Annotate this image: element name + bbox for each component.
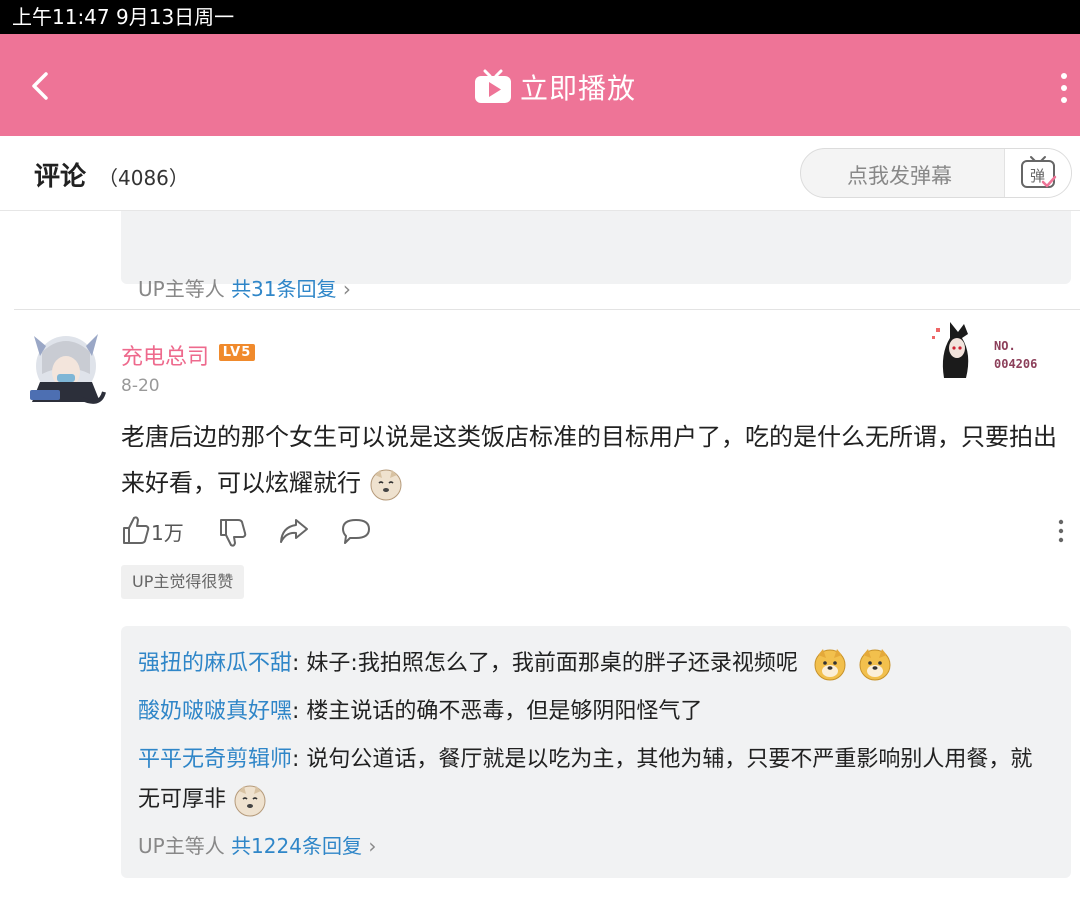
danmu-tv-icon: 弹 [1021, 156, 1057, 188]
reply-username[interactable]: 平平无奇剪辑师 [138, 747, 292, 772]
doge-emoji-icon [814, 649, 846, 681]
thumbs-down-icon[interactable] [218, 517, 248, 549]
comments-count: （4086） [98, 166, 189, 190]
comment-list[interactable]: UP主等人 共31条回复 › 充电总司 LV5 8-20 NO. 004206 … [0, 136, 1080, 899]
reply-summary[interactable]: UP主等人 共1224条回复 › [138, 830, 376, 859]
reply-icon[interactable] [340, 516, 372, 546]
avatar[interactable] [20, 322, 112, 414]
previous-reply-summary[interactable]: UP主等人 共31条回复 › [138, 273, 351, 302]
level-badge: LV5 [219, 344, 255, 361]
comments-header: 评论 （4086） 点我发弹幕 弹 [0, 136, 1080, 211]
status-bar: 上午11:47 9月13日周一 [0, 0, 1080, 34]
more-vertical-icon[interactable] [1052, 518, 1070, 544]
reply-text: : 楼主说话的确不恶毒，但是够阴阳怪气了 [292, 699, 703, 724]
reply-username[interactable]: 强扭的麻瓜不甜 [138, 651, 292, 676]
chevron-left-icon[interactable] [22, 66, 62, 106]
reply-username[interactable]: 酸奶啵啵真好嘿 [138, 699, 292, 724]
view-replies-link[interactable]: 共1224条回复 [231, 834, 362, 858]
more-vertical-icon[interactable] [1056, 70, 1072, 106]
danmu-placeholder: 点我发弹幕 [847, 164, 952, 188]
dog-emoji-icon [370, 469, 402, 501]
play-now-button[interactable]: 立即播放 [474, 67, 636, 107]
fan-badge-no: NO. [994, 339, 1016, 353]
reply-preview-box[interactable]: 强扭的麻瓜不甜: 妹子:我拍照怎么了，我前面那桌的胖子还录视频呢 酸奶啵啵真好嘿… [121, 626, 1071, 878]
thumbs-up-icon[interactable] [121, 514, 151, 546]
comments-title: 评论 [34, 162, 87, 192]
share-icon[interactable] [278, 516, 310, 546]
chevron-right-icon: › [342, 277, 351, 301]
reply-text: : 妹子:我拍照怎么了，我前面那桌的胖子还录视频呢 [292, 651, 798, 676]
divider [14, 309, 1080, 310]
tv-play-icon [475, 69, 511, 103]
up-liked-badge: UP主觉得很赞 [121, 565, 245, 599]
play-now-label: 立即播放 [520, 72, 637, 105]
comment-text: 老唐后边的那个女生可以说是这类饭店标准的目标用户了，吃的是什么无所谓，只要拍出来… [121, 414, 1071, 506]
comment-date: 8-20 [121, 376, 160, 396]
comment-username[interactable]: 充电总司 [121, 339, 209, 371]
reply-item[interactable]: 强扭的麻瓜不甜: 妹子:我拍照怎么了，我前面那桌的胖子还录视频呢 [138, 644, 1048, 684]
dog-emoji-icon [234, 785, 266, 817]
top-bar: 立即播放 [0, 34, 1080, 136]
danmu-input[interactable]: 点我发弹幕 弹 [800, 148, 1072, 198]
doge-emoji-icon [859, 649, 891, 681]
fan-badge-id: 004206 [994, 357, 1037, 371]
danmu-toggle-button[interactable]: 弹 [1004, 149, 1071, 197]
fan-badge: NO. 004206 [932, 322, 1037, 378]
status-time-date: 上午11:47 9月13日周一 [12, 5, 235, 29]
chevron-right-icon: › [368, 834, 377, 858]
view-replies-link[interactable]: 共31条回复 [231, 277, 336, 301]
reply-item[interactable]: 酸奶啵啵真好嘿: 楼主说话的确不恶毒，但是够阴阳怪气了 [138, 692, 1048, 732]
like-count: 1万 [151, 521, 184, 545]
reply-item[interactable]: 平平无奇剪辑师: 说句公道话，餐厅就是以吃为主，其他为辅，只要不严重影响别人用餐… [138, 740, 1048, 820]
